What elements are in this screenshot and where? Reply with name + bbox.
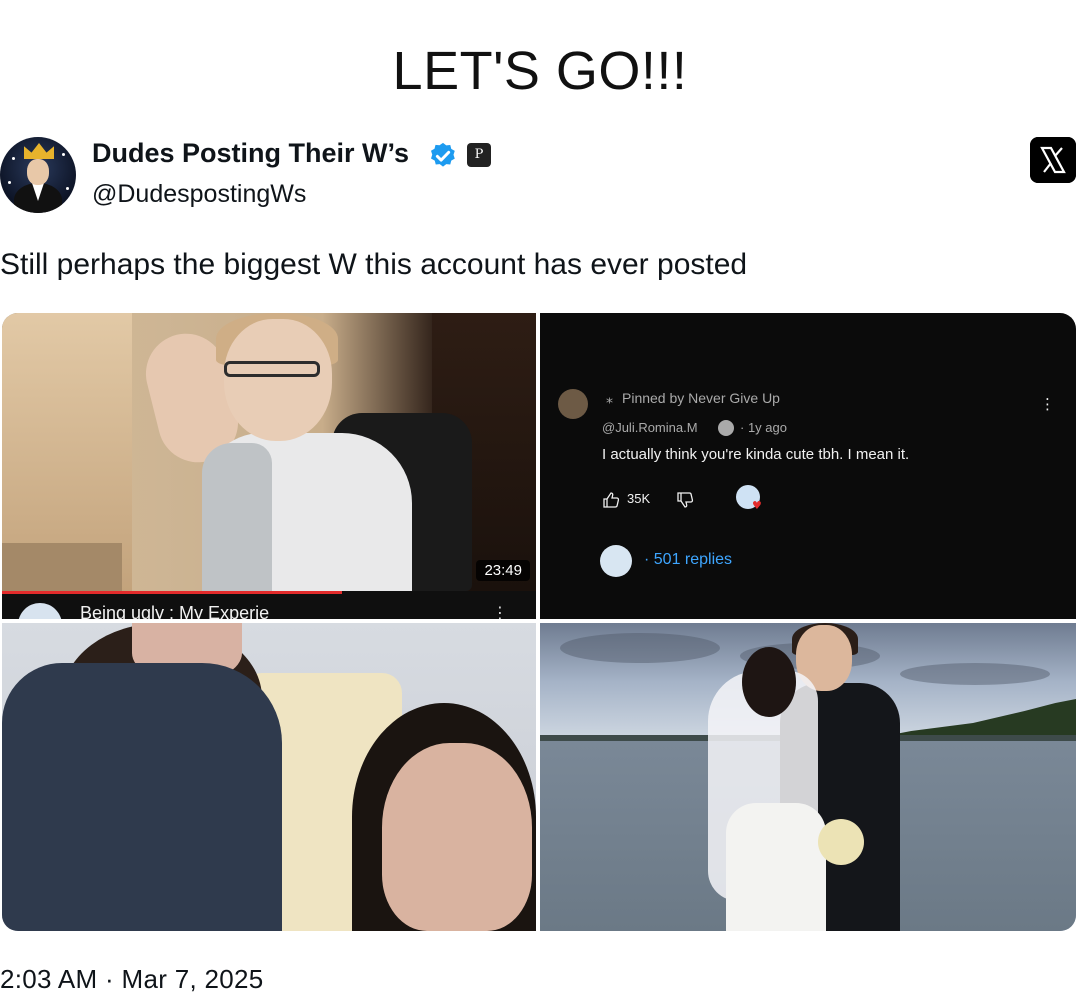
x-logo-icon	[1030, 137, 1076, 183]
comment-text: I actually think you're kinda cute tbh. …	[602, 446, 910, 463]
glasses	[224, 361, 320, 377]
like-count: 35K	[627, 491, 651, 506]
verified-badge-icon	[431, 142, 455, 167]
thumbs-up-icon	[603, 492, 620, 508]
video-screenshot[interactable]: 23:49 Being ugly : My Experie ⋮	[2, 313, 536, 619]
heart-icon: ♥	[752, 499, 762, 512]
author-handle[interactable]: @DudespostingWs	[92, 180, 306, 209]
tweet-timestamp[interactable]: 2:03 AM · Mar 7, 2025	[0, 964, 264, 995]
selfie-photo[interactable]	[2, 623, 536, 931]
thumbs-down-icon	[677, 492, 694, 508]
pinned-label: Pinned by Never Give Up	[622, 390, 780, 406]
media-grid: 23:49 Being ugly : My Experie ⋮ ⁎ Pinned…	[0, 313, 1080, 933]
author-display-name[interactable]: Dudes Posting Their W’s	[92, 138, 409, 169]
pin-icon: ⁎	[606, 390, 613, 406]
comment-menu-icon: ⋮	[1040, 395, 1055, 413]
comment-time: · 1y ago	[740, 420, 787, 435]
comment-screenshot[interactable]: ⁎ Pinned by Never Give Up @Juli.Romina.M…	[540, 313, 1076, 619]
affiliate-badge-icon: P	[467, 143, 491, 167]
more-options-icon[interactable]: ⋮	[492, 603, 508, 619]
commenter-avatar	[558, 389, 588, 419]
tweet-text: Still perhaps the biggest W this account…	[0, 248, 748, 281]
channel-avatar[interactable]	[18, 603, 62, 619]
author-avatar[interactable]	[0, 137, 76, 213]
video-title[interactable]: Being ugly : My Experie	[80, 603, 269, 619]
verified-check-icon	[718, 420, 734, 436]
video-progress-bar	[2, 591, 342, 594]
wedding-photo[interactable]	[540, 623, 1076, 931]
replies-count: · 501 replies	[644, 551, 733, 568]
commenter-handle: @Juli.Romina.M	[602, 420, 698, 435]
crown-icon	[24, 143, 54, 159]
reply-avatar	[600, 545, 632, 577]
meme-headline: LET'S GO!!!	[392, 41, 688, 101]
video-duration: 23:49	[476, 560, 530, 581]
